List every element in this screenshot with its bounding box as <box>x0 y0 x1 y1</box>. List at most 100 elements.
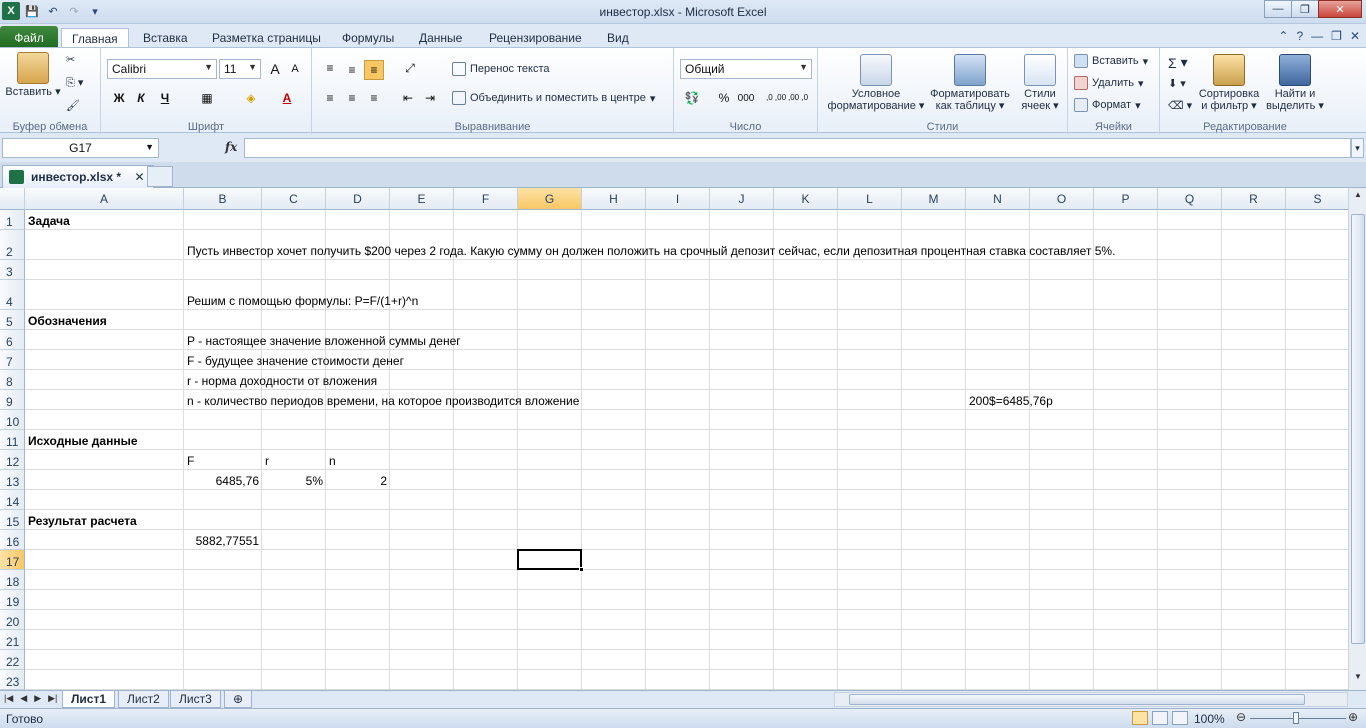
fill-icon[interactable]: ⬇ ▾ <box>1168 77 1186 90</box>
column-header-a[interactable]: A <box>25 188 184 210</box>
doc-restore-icon[interactable]: ❐ <box>1331 29 1342 43</box>
row-header-1[interactable]: 1 <box>0 210 25 230</box>
row-header-5[interactable]: 5 <box>0 310 25 330</box>
zoom-slider[interactable]: ⊖ ⊕ <box>1236 710 1362 725</box>
column-header-j[interactable]: J <box>710 188 774 210</box>
doc-minimize-icon[interactable]: — <box>1311 29 1323 43</box>
format-painter-icon[interactable]: 🖌 <box>66 99 80 112</box>
column-header-p[interactable]: P <box>1094 188 1158 210</box>
percent-button[interactable]: % <box>714 88 734 108</box>
cell-b16[interactable]: 5882,77551 <box>187 534 259 548</box>
sheet-tab-2[interactable]: Лист2 <box>118 691 169 708</box>
sort-filter-button[interactable]: Сортировка и фильтр ▾ <box>1196 54 1262 112</box>
align-middle-icon[interactable]: ≡ <box>342 60 362 80</box>
cell-c12[interactable]: r <box>265 454 269 468</box>
increase-decimal-button[interactable]: ,0 ,00 <box>766 88 786 108</box>
column-header-k[interactable]: K <box>774 188 838 210</box>
column-header-h[interactable]: H <box>582 188 646 210</box>
font-size-combo[interactable]: 11 ▼ <box>219 59 261 79</box>
cell-b12[interactable]: F <box>187 454 194 468</box>
row-header-11[interactable]: 11 <box>0 430 25 450</box>
row-header-14[interactable]: 14 <box>0 490 25 510</box>
align-top-icon[interactable]: ≡ <box>320 58 340 78</box>
insert-sheet-icon[interactable]: ⊕ <box>224 691 252 708</box>
column-header-f[interactable]: F <box>454 188 518 210</box>
column-header-c[interactable]: C <box>262 188 326 210</box>
delete-cells-button[interactable]: Удалить ▾ <box>1074 76 1144 90</box>
row-header-16[interactable]: 16 <box>0 530 25 550</box>
last-sheet-icon[interactable]: ▶| <box>48 693 57 704</box>
row-header-18[interactable]: 18 <box>0 570 25 590</box>
tab-page-layout[interactable]: Разметка страницы <box>212 28 321 48</box>
column-header-b[interactable]: B <box>184 188 262 210</box>
grow-font-button[interactable]: A <box>265 59 285 79</box>
doc-close-icon[interactable]: ✕ <box>1350 29 1360 43</box>
tab-insert[interactable]: Вставка <box>143 28 188 48</box>
row-header-13[interactable]: 13 <box>0 470 25 490</box>
number-format-combo[interactable]: Общий ▼ <box>680 59 812 79</box>
zoom-level[interactable]: 100% <box>1194 712 1225 726</box>
restore-button[interactable]: ❐ <box>1291 0 1319 18</box>
row-header-6[interactable]: 6 <box>0 330 25 350</box>
align-center-icon[interactable]: ≡ <box>342 88 362 108</box>
horizontal-scrollbar[interactable] <box>834 692 1348 707</box>
formula-input[interactable] <box>244 138 1351 158</box>
tab-data[interactable]: Данные <box>419 28 462 48</box>
name-box[interactable]: G17 ▼ <box>2 138 159 158</box>
expand-formula-bar-icon[interactable]: ▾ <box>1351 138 1364 158</box>
cell-n9[interactable]: 200$=6485,76р <box>969 394 1053 408</box>
row-header-9[interactable]: 9 <box>0 390 25 410</box>
close-document-tab-icon[interactable]: ✕ <box>134 170 144 184</box>
cut-icon[interactable]: ✂ <box>66 53 75 66</box>
minimize-button[interactable]: — <box>1264 0 1292 18</box>
page-layout-view-icon[interactable] <box>1152 711 1168 725</box>
cell-d13[interactable]: 2 <box>329 474 387 488</box>
column-header-r[interactable]: R <box>1222 188 1286 210</box>
help-icon[interactable]: ? <box>1296 29 1303 43</box>
row-header-21[interactable]: 21 <box>0 630 25 650</box>
currency-icon[interactable]: 💱 <box>682 88 702 108</box>
align-right-icon[interactable]: ≡ <box>364 88 384 108</box>
column-header-n[interactable]: N <box>966 188 1030 210</box>
vertical-scroll-thumb[interactable] <box>1351 214 1365 644</box>
first-sheet-icon[interactable]: |◀ <box>4 693 13 704</box>
minimize-ribbon-icon[interactable]: ⌃ <box>1278 29 1288 43</box>
cell-d12[interactable]: n <box>329 454 336 468</box>
font-name-combo[interactable]: Calibri ▼ <box>107 59 217 79</box>
row-header-15[interactable]: 15 <box>0 510 25 530</box>
scroll-down-icon[interactable]: ▼ <box>1351 672 1365 686</box>
find-select-button[interactable]: Найти и выделить ▾ <box>1264 54 1326 112</box>
next-sheet-icon[interactable]: ▶ <box>34 693 41 704</box>
fill-handle[interactable] <box>579 567 584 572</box>
column-header-q[interactable]: Q <box>1158 188 1222 210</box>
orientation-icon[interactable]: ⤢ <box>400 58 420 78</box>
paste-button[interactable]: Вставить ▾ <box>4 52 62 98</box>
column-header-m[interactable]: M <box>902 188 966 210</box>
increase-indent-icon[interactable]: ⇥ <box>420 88 440 108</box>
insert-cells-button[interactable]: Вставить ▾ <box>1074 54 1148 68</box>
shrink-font-button[interactable]: A <box>285 59 305 79</box>
fill-color-icon[interactable]: ◈ <box>241 88 261 108</box>
sheet-tab-1[interactable]: Лист1 <box>62 691 116 708</box>
cell-b6[interactable]: P - настоящее значение вложенной суммы д… <box>187 334 461 348</box>
wrap-text-button[interactable]: Перенос текста <box>452 62 550 76</box>
tab-home[interactable]: Главная <box>61 28 129 49</box>
insert-function-button[interactable]: fx <box>225 140 237 154</box>
cell-b7[interactable]: F - будущее значение стоимости денег <box>187 354 404 368</box>
tab-review[interactable]: Рецензирование <box>489 28 582 48</box>
document-tab[interactable]: инвестор.xlsx * ✕ <box>2 165 154 188</box>
column-header-o[interactable]: O <box>1030 188 1094 210</box>
sheet-tab-3[interactable]: Лист3 <box>170 691 221 708</box>
zoom-knob[interactable] <box>1293 712 1299 724</box>
row-header-22[interactable]: 22 <box>0 650 25 670</box>
align-left-icon[interactable]: ≡ <box>320 88 340 108</box>
tab-view[interactable]: Вид <box>607 28 629 48</box>
cell-a1[interactable]: Задача <box>28 214 70 228</box>
zoom-out-icon[interactable]: ⊖ <box>1236 710 1246 724</box>
column-header-s[interactable]: S <box>1286 188 1348 210</box>
row-header-17[interactable]: 17 <box>0 550 25 570</box>
row-header-8[interactable]: 8 <box>0 370 25 390</box>
worksheet-grid[interactable]: A B C D E F G H I J K L M N O P Q R S 1 2 3 4 5 6 7 8 9 10 11 12 13 14 15… <box>0 188 1348 690</box>
cell-b13[interactable]: 6485,76 <box>187 474 259 488</box>
cell-a5[interactable]: Обозначения <box>28 314 107 328</box>
